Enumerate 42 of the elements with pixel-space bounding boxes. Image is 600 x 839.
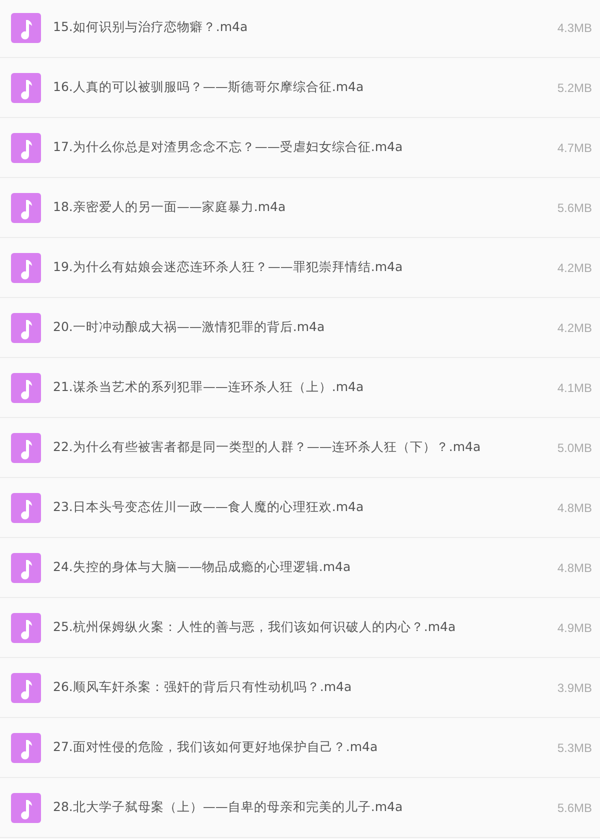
music-file-icon	[11, 492, 41, 522]
file-size: 5.3MB	[557, 740, 592, 754]
music-file-icon	[11, 732, 41, 762]
file-name: 23.日本头号变态佐川一政——食人魔的心理狂欢.m4a	[53, 499, 365, 516]
file-size: 4.2MB	[557, 320, 592, 334]
music-file-icon	[11, 612, 41, 642]
file-size: 3.9MB	[557, 680, 592, 694]
music-file-icon	[11, 432, 41, 462]
file-name: 17.为什么你总是对渣男念念不忘？——受虐妇女综合征.m4a	[53, 139, 404, 156]
music-file-icon	[11, 192, 41, 222]
file-size: 4.2MB	[557, 260, 592, 274]
file-name: 18.亲密爱人的另一面——家庭暴力.m4a	[53, 199, 287, 216]
file-size: 4.1MB	[557, 380, 592, 394]
file-name: 19.为什么有姑娘会迷恋连环杀人狂？——罪犯崇拜情结.m4a	[53, 259, 404, 276]
file-size: 4.8MB	[557, 560, 592, 574]
file-size: 4.9MB	[557, 620, 592, 634]
file-size: 4.8MB	[557, 500, 592, 514]
file-size: 5.2MB	[557, 80, 592, 94]
file-size: 5.0MB	[557, 440, 592, 454]
file-size: 4.7MB	[557, 140, 592, 154]
music-file-icon	[11, 312, 41, 342]
music-file-icon	[11, 12, 41, 42]
music-file-icon	[11, 552, 41, 582]
music-file-icon	[11, 372, 41, 402]
music-file-icon	[11, 252, 41, 282]
file-name: 25.杭州保姆纵火案：人性的善与恶，我们该如何识破人的内心？.m4a	[53, 619, 457, 636]
file-size: 5.6MB	[557, 200, 592, 214]
music-file-icon	[11, 72, 41, 102]
file-name: 15.如何识别与治疗恋物癖？.m4a	[53, 19, 249, 36]
file-name: 27.面对性侵的危险，我们该如何更好地保护自己？.m4a	[53, 739, 379, 756]
file-name: 26.顺风车奸杀案：强奸的背后只有性动机吗？.m4a	[53, 679, 353, 696]
music-file-icon	[11, 672, 41, 702]
file-name: 21.谋杀当艺术的系列犯罪——连环杀人狂（上）.m4a	[53, 379, 365, 396]
file-name: 20.一时冲动酿成大祸——激情犯罪的背后.m4a	[53, 319, 326, 336]
music-file-icon	[11, 132, 41, 162]
file-name: 24.失控的身体与大脑——物品成瘾的心理逻辑.m4a	[53, 559, 352, 576]
file-size: 5.6MB	[557, 800, 592, 814]
file-size: 4.3MB	[557, 20, 592, 34]
file-name: 22.为什么有些被害者都是同一类型的人群？——连环杀人狂（下）？.m4a	[53, 439, 482, 456]
file-name: 28.北大学子弑母案（上）——自卑的母亲和完美的儿子.m4a	[53, 799, 404, 816]
file-name: 16.人真的可以被驯服吗？——斯德哥尔摩综合征.m4a	[53, 79, 365, 96]
music-file-icon	[11, 792, 41, 822]
